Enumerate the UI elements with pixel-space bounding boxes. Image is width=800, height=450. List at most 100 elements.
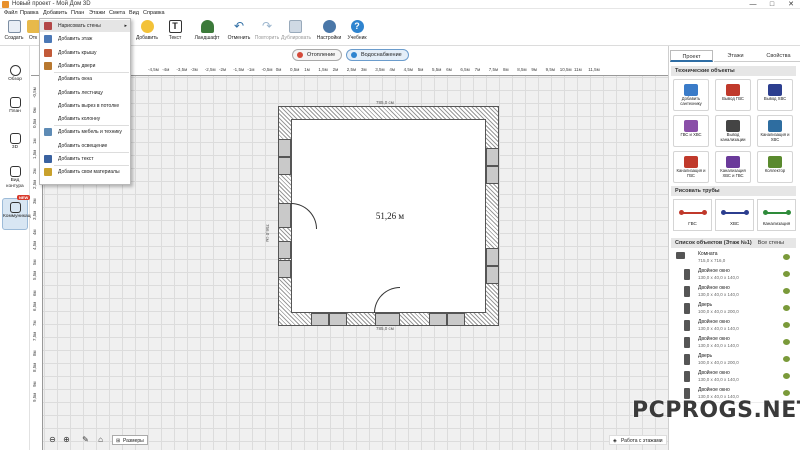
visibility-eye-icon[interactable] bbox=[783, 271, 790, 277]
tab-properties[interactable]: Свойства bbox=[757, 50, 800, 62]
menu-view[interactable]: Вид bbox=[129, 10, 139, 16]
visibility-eye-icon[interactable] bbox=[783, 339, 790, 345]
add-menu-item[interactable]: Добавить крышу bbox=[40, 47, 130, 59]
object-list-item[interactable]: Дверь 100,0 x 40,0 x 200,0 bbox=[672, 351, 796, 369]
add-menu-item[interactable]: Добавить колонну bbox=[40, 113, 130, 125]
tutorial-button[interactable]: ? Учебник bbox=[343, 20, 371, 44]
add-menu-item[interactable]: Добавить окна bbox=[40, 73, 130, 85]
window-right-1[interactable] bbox=[486, 148, 499, 166]
window-right-3[interactable] bbox=[486, 248, 499, 266]
object-list-item[interactable]: Комната 715,0 x 716,0 bbox=[672, 249, 796, 267]
object-size: 100,0 x 40,0 x 200,0 bbox=[698, 360, 739, 365]
add-object-button[interactable]: Добавить bbox=[133, 20, 161, 44]
door-bottom[interactable] bbox=[375, 313, 400, 326]
door-left[interactable] bbox=[278, 203, 291, 228]
create-button[interactable]: Создать bbox=[0, 20, 28, 44]
zoom-out-icon[interactable]: ⊖ bbox=[47, 434, 58, 445]
visibility-eye-icon[interactable] bbox=[783, 390, 790, 396]
menu-estimate[interactable]: Смета bbox=[109, 10, 125, 16]
object-list-item[interactable]: Двойное окно 130,0 x 40,0 x 140,0 bbox=[672, 334, 796, 352]
duplicate-button[interactable]: Дублировать bbox=[281, 20, 311, 44]
window-bottom-1[interactable] bbox=[311, 313, 329, 326]
ruler-top-label: 1м bbox=[304, 67, 310, 72]
menu-plan[interactable]: План bbox=[71, 10, 84, 16]
ruler-top-label: 1,5м bbox=[318, 67, 328, 72]
tech-object-card[interactable]: Канализация и ГВС bbox=[673, 151, 709, 183]
text-button[interactable]: T Текст bbox=[161, 20, 189, 44]
tab-project[interactable]: Проект bbox=[670, 50, 713, 62]
home-icon[interactable]: ⌂ bbox=[95, 434, 106, 445]
window-left-3[interactable] bbox=[278, 241, 291, 259]
settings-button[interactable]: Настройки bbox=[315, 20, 343, 44]
ruler-top-label: -2м bbox=[219, 67, 227, 72]
zoom-in-icon[interactable]: ⊕ bbox=[61, 434, 72, 445]
object-list-item[interactable]: Двойное окно 130,0 x 40,0 x 140,0 bbox=[672, 317, 796, 335]
landscape-button[interactable]: Ландшафт bbox=[193, 20, 221, 44]
sizes-button[interactable]: ⊞ Размеры bbox=[112, 435, 148, 445]
visibility-eye-icon[interactable] bbox=[783, 254, 790, 260]
redo-button[interactable]: ↷ Повторить bbox=[253, 20, 281, 44]
sidebar-overview[interactable]: Обзор bbox=[2, 62, 28, 88]
window-bottom-3[interactable] bbox=[429, 313, 447, 326]
add-menu-item[interactable]: Добавить свои материалы bbox=[40, 166, 130, 178]
tab-floors[interactable]: Этажи bbox=[714, 50, 757, 62]
maximize-button[interactable]: □ bbox=[763, 0, 781, 9]
tech-object-card[interactable]: Вывод ХВС bbox=[757, 79, 793, 111]
menu-file[interactable]: Файл bbox=[4, 10, 18, 16]
pipe-type-card[interactable]: ХВС bbox=[715, 199, 754, 231]
pipe-type-card[interactable]: Канализация bbox=[757, 199, 796, 231]
add-menu-item[interactable]: Добавить мебель и технику bbox=[40, 126, 130, 138]
add-menu-item[interactable]: Нарисовать стены ▸ bbox=[40, 20, 130, 32]
sidebar-plan[interactable]: План bbox=[2, 94, 28, 120]
add-menu-item[interactable]: Добавить вырез в потолке bbox=[40, 100, 130, 112]
sidebar-3d[interactable]: 3D bbox=[2, 130, 28, 156]
object-list-item[interactable]: Двойное окно 130,0 x 40,0 x 140,0 bbox=[672, 368, 796, 386]
close-button[interactable]: ✕ bbox=[782, 0, 800, 9]
all-walls-link[interactable]: Все стены bbox=[758, 238, 784, 248]
undo-button[interactable]: ↶ Отменить bbox=[225, 20, 253, 44]
object-list-item[interactable]: Двойное окно 130,0 x 40,0 x 140,0 bbox=[672, 266, 796, 284]
menu-help[interactable]: Справка bbox=[143, 10, 165, 16]
window-right-2[interactable] bbox=[486, 166, 499, 184]
window-left-4[interactable] bbox=[278, 260, 291, 278]
tech-object-card[interactable]: Добавить сантехнику bbox=[673, 79, 709, 111]
add-menu-item[interactable]: Добавить текст bbox=[40, 153, 130, 165]
ruler-tool-icon[interactable]: ✎ bbox=[80, 434, 91, 445]
heating-mode-button[interactable]: Отопление bbox=[292, 49, 343, 61]
window-right-4[interactable] bbox=[486, 266, 499, 284]
object-list-item[interactable]: Двойное окно 130,0 x 40,0 x 140,0 bbox=[672, 283, 796, 301]
menu-edit[interactable]: Правка bbox=[20, 10, 39, 16]
menu-floors[interactable]: Этажи bbox=[89, 10, 105, 16]
tech-object-card[interactable]: Вывод канализации bbox=[715, 115, 751, 147]
tech-object-card[interactable]: ГВС и ХВС bbox=[673, 115, 709, 147]
tech-object-card[interactable]: Канализация и ХВС bbox=[757, 115, 793, 147]
visibility-eye-icon[interactable] bbox=[783, 356, 790, 362]
window-left-2[interactable] bbox=[278, 157, 291, 175]
add-menu-item[interactable]: Добавить этаж bbox=[40, 33, 130, 45]
add-menu-item[interactable]: Добавить освещение bbox=[40, 140, 130, 152]
object-list-item[interactable]: Дверь 100,0 x 40,0 x 200,0 bbox=[672, 300, 796, 318]
tech-object-card[interactable]: Коллектор bbox=[757, 151, 793, 183]
window-bottom-4[interactable] bbox=[447, 313, 465, 326]
tech-object-card[interactable]: Канализация ХВС и ГВС bbox=[715, 151, 751, 183]
object-name: Двойное окно bbox=[698, 370, 730, 376]
floors-work-button[interactable]: ◈ Работа с этажами bbox=[609, 435, 667, 445]
window-left-1[interactable] bbox=[278, 139, 291, 157]
menu-add[interactable]: Добавить bbox=[43, 10, 67, 16]
minimize-button[interactable]: — bbox=[744, 0, 762, 9]
window-bottom-2[interactable] bbox=[329, 313, 347, 326]
sidebar-communications[interactable]: Коммуникации bbox=[2, 198, 36, 230]
water-mode-button[interactable]: Водоснабжение bbox=[346, 49, 409, 61]
ruler-left-label: 0м bbox=[32, 107, 37, 114]
add-menu-item[interactable]: Добавить двери bbox=[40, 60, 130, 72]
visibility-eye-icon[interactable] bbox=[783, 322, 790, 328]
visibility-eye-icon[interactable] bbox=[783, 288, 790, 294]
ruler-top-label: 8,5м bbox=[517, 67, 527, 72]
tech-object-card[interactable]: Вывод ГВС bbox=[715, 79, 751, 111]
visibility-eye-icon[interactable] bbox=[783, 305, 790, 311]
pipe-type-card[interactable]: ГВС bbox=[673, 199, 712, 231]
sidebar-contour-view[interactable]: Вид контура bbox=[2, 163, 28, 193]
open-button[interactable]: Отк bbox=[26, 20, 40, 44]
add-menu-item[interactable]: Добавить лестницу bbox=[40, 87, 130, 99]
visibility-eye-icon[interactable] bbox=[783, 373, 790, 379]
